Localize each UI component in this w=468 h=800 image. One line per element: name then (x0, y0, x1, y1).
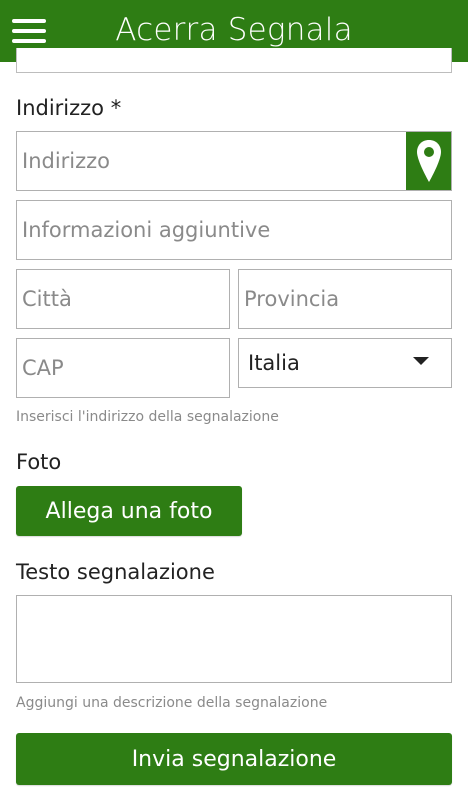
app-title: Acerra Segnala (115, 12, 353, 48)
cap-field (16, 338, 230, 398)
city-field (16, 269, 230, 329)
submit-report-button[interactable]: Invia segnalazione (16, 733, 452, 785)
location-button[interactable] (406, 132, 451, 190)
country-value: Italia (248, 351, 300, 375)
previous-field[interactable] (16, 48, 452, 73)
cap-input[interactable] (17, 339, 229, 397)
country-select[interactable]: Italia (238, 338, 452, 388)
province-field (238, 269, 452, 329)
photo-label: Foto (16, 450, 62, 474)
address-hint: Inserisci l'indirizzo della segnalazione (16, 409, 279, 425)
report-text-hint: Aggiungi una descrizione della segnalazi… (16, 695, 328, 711)
location-pin-icon (416, 140, 441, 182)
report-text-input[interactable] (17, 596, 451, 682)
address-label: Indirizzo * (16, 96, 122, 120)
report-text-label: Testo segnalazione (16, 560, 215, 584)
additional-info-field (16, 200, 452, 260)
address-input[interactable] (17, 132, 451, 190)
province-input[interactable] (239, 270, 451, 328)
report-text-field (16, 595, 452, 683)
additional-info-input[interactable] (17, 201, 451, 259)
chevron-down-icon (413, 357, 429, 365)
address-field (16, 131, 452, 191)
attach-photo-button[interactable]: Allega una foto (16, 486, 242, 536)
city-input[interactable] (17, 270, 229, 328)
